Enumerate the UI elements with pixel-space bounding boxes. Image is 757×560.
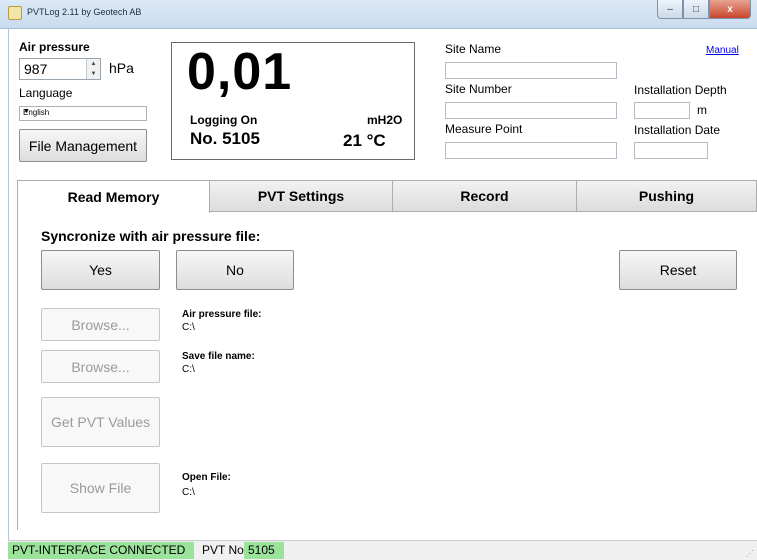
file-management-button[interactable]: File Management bbox=[19, 129, 147, 162]
installation-depth-field[interactable] bbox=[634, 102, 690, 119]
air-pressure-value: 987 bbox=[24, 61, 48, 77]
tab-pvt-settings[interactable]: PVT Settings bbox=[209, 180, 393, 212]
show-file-button[interactable]: Show File bbox=[41, 463, 160, 513]
language-label: Language bbox=[19, 86, 73, 100]
measurement-value: 0,01 bbox=[187, 43, 293, 101]
pvt-no-value: 5105 bbox=[244, 542, 284, 559]
measure-point-label: Measure Point bbox=[445, 122, 523, 136]
site-name-label: Site Name bbox=[445, 42, 502, 56]
get-pvt-values-button[interactable]: Get PVT Values bbox=[41, 397, 160, 447]
open-file-value: C:\ bbox=[182, 487, 195, 498]
spinner-arrows-icon[interactable]: ▲ ▼ bbox=[86, 59, 100, 79]
temperature: 21 °C bbox=[343, 131, 386, 150]
sync-question: Syncronize with air pressure file: bbox=[41, 228, 261, 244]
air-pressure-file-label: Air pressure file: bbox=[182, 309, 262, 320]
minimize-icon[interactable]: – bbox=[657, 0, 683, 19]
device-number: No. 5105 bbox=[190, 129, 260, 148]
site-number-label: Site Number bbox=[445, 82, 512, 96]
air-pressure-unit: hPa bbox=[109, 60, 134, 76]
tab-read-memory[interactable]: Read Memory bbox=[17, 180, 210, 213]
site-name-field[interactable] bbox=[445, 62, 617, 79]
language-select[interactable]: English ▼ bbox=[19, 106, 147, 121]
air-pressure-label: Air pressure bbox=[19, 40, 90, 54]
air-pressure-file-value: C:\ bbox=[182, 322, 195, 333]
browse-save-file-button[interactable]: Browse... bbox=[41, 350, 160, 383]
tab-pushing[interactable]: Pushing bbox=[576, 180, 757, 212]
installation-depth-label: Installation Depth bbox=[634, 83, 727, 97]
measure-point-field[interactable] bbox=[445, 142, 617, 159]
tab-record[interactable]: Record bbox=[392, 180, 577, 212]
resize-grip-icon[interactable]: ⋰ bbox=[746, 549, 754, 558]
connection-status: PVT-INTERFACE CONNECTED bbox=[8, 542, 194, 559]
save-file-name-label: Save file name: bbox=[182, 351, 255, 362]
reset-button[interactable]: Reset bbox=[619, 250, 737, 290]
installation-date-label: Installation Date bbox=[634, 123, 721, 137]
window-controls: – □ x bbox=[657, 0, 751, 19]
no-button[interactable]: No bbox=[176, 250, 294, 290]
air-pressure-input[interactable]: 987 ▲ ▼ bbox=[19, 58, 101, 80]
tab-strip: Read Memory PVT Settings Record Pushing bbox=[17, 180, 757, 213]
app-icon bbox=[8, 6, 22, 20]
measurement-unit: mH2O bbox=[367, 113, 403, 127]
measurement-display: 0,01 Logging On mH2O No. 5105 21 °C bbox=[171, 42, 415, 160]
save-file-name-value: C:\ bbox=[182, 364, 195, 375]
site-number-field[interactable] bbox=[445, 102, 617, 119]
yes-button[interactable]: Yes bbox=[41, 250, 160, 290]
logging-status: Logging On bbox=[190, 113, 258, 127]
installation-depth-unit: m bbox=[697, 103, 707, 117]
manual-link[interactable]: Manual bbox=[706, 45, 739, 56]
title-bar: PVTLog 2.11 by Geotech AB – □ x bbox=[0, 0, 757, 29]
window-title: PVTLog 2.11 by Geotech AB bbox=[27, 7, 142, 17]
maximize-icon[interactable]: □ bbox=[683, 0, 709, 19]
close-icon[interactable]: x bbox=[709, 0, 751, 19]
chevron-down-icon: ▼ bbox=[23, 108, 30, 115]
browse-air-pressure-button[interactable]: Browse... bbox=[41, 308, 160, 341]
status-bar: PVT-INTERFACE CONNECTED PVT No. 5105 ⋰ bbox=[8, 540, 757, 560]
installation-date-field[interactable] bbox=[634, 142, 708, 159]
open-file-label: Open File: bbox=[182, 472, 231, 483]
